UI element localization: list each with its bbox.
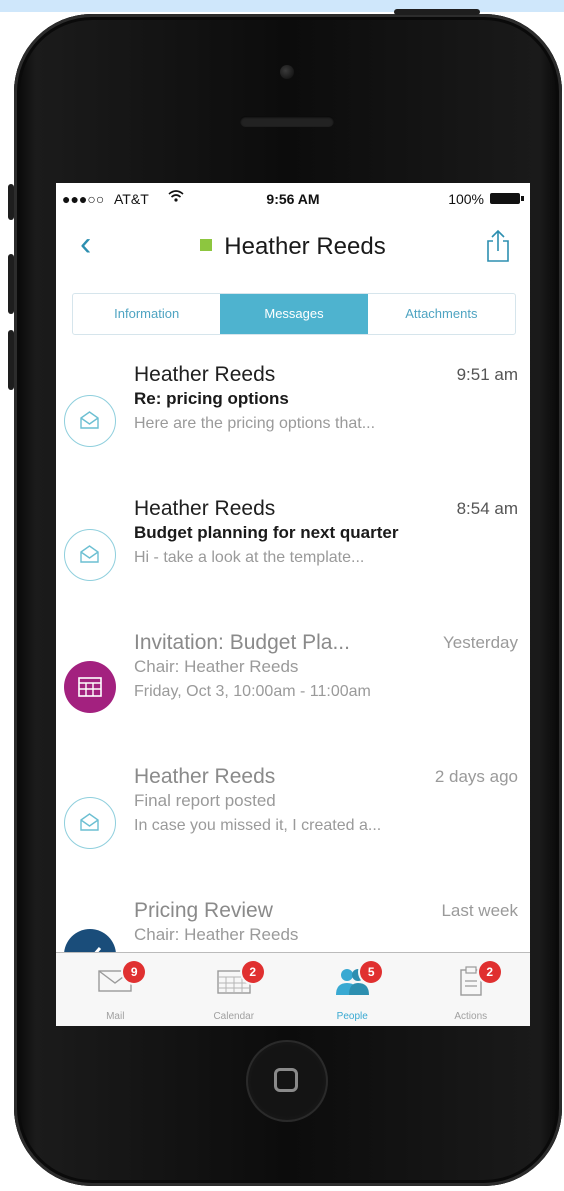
- mute-switch: [8, 184, 14, 220]
- tab-messages[interactable]: Messages: [220, 294, 368, 334]
- calendar-badge: 2: [241, 961, 264, 983]
- envelope-icon: [64, 797, 116, 849]
- page-title: Heather Reeds: [224, 233, 386, 260]
- tabbar-label: Mail: [106, 1011, 125, 1022]
- tab-attachments[interactable]: Attachments: [368, 294, 515, 334]
- tabbar-item-mail[interactable]: 9 Mail: [56, 953, 175, 1026]
- mail-badge: 9: [123, 961, 146, 983]
- volume-up-button: [8, 254, 14, 314]
- list-item[interactable]: Invitation: Budget Pla... Yesterday Chai…: [56, 631, 530, 765]
- volume-down-button: [8, 330, 14, 390]
- message-sender: Heather Reeds: [134, 363, 276, 386]
- actions-badge: 2: [478, 961, 501, 983]
- bottom-tab-bar: 9 Mail 2 Calendar 5 People 2 Actions: [56, 952, 530, 1026]
- navigation-bar: ‹ Heather Reeds: [56, 217, 530, 273]
- list-item[interactable]: Heather Reeds 9:51 am Re: pricing option…: [56, 363, 530, 497]
- message-time: Last week: [441, 901, 518, 920]
- message-preview: Friday, Oct 3, 10:00am - 11:00am: [134, 683, 371, 700]
- tabbar-item-calendar[interactable]: 2 Calendar: [175, 953, 294, 1026]
- earpiece-speaker: [240, 116, 334, 127]
- front-camera: [280, 65, 294, 79]
- home-button[interactable]: [246, 1040, 328, 1122]
- envelope-icon: [64, 395, 116, 447]
- message-time: 9:51 am: [456, 365, 518, 384]
- message-sender: Heather Reeds: [134, 497, 276, 520]
- segmented-control: Information Messages Attachments: [72, 293, 516, 335]
- message-sender: Pricing Review: [134, 899, 273, 922]
- tabbar-label: Calendar: [213, 1011, 255, 1022]
- message-sender: Heather Reeds: [134, 765, 276, 788]
- message-subject: Chair: Heather Reeds: [134, 657, 299, 676]
- people-badge: 5: [360, 961, 383, 983]
- message-subject: Budget planning for next quarter: [134, 523, 399, 542]
- message-subject: Chair: Heather Reeds: [134, 925, 299, 944]
- tabbar-item-actions[interactable]: 2 Actions: [412, 953, 531, 1026]
- message-time: 8:54 am: [456, 499, 518, 518]
- message-preview: In case you missed it, I created a...: [134, 817, 382, 834]
- contact-title: Heather Reeds: [56, 233, 530, 261]
- tabbar-label: People: [336, 1011, 368, 1022]
- battery-icon: [490, 193, 524, 204]
- power-button: [394, 9, 480, 15]
- message-sender: Invitation: Budget Pla...: [134, 631, 350, 654]
- message-subject: Final report posted: [134, 791, 276, 810]
- message-time: 2 days ago: [434, 767, 518, 786]
- list-item[interactable]: Heather Reeds 8:54 am Budget planning fo…: [56, 497, 530, 631]
- message-time: Yesterday: [443, 633, 518, 652]
- status-bar: ●●●○○ AT&T 9:56 AM 100%: [56, 183, 530, 213]
- tab-information[interactable]: Information: [73, 294, 220, 334]
- message-preview: Here are the pricing options that...: [134, 415, 376, 432]
- envelope-icon: [64, 529, 116, 581]
- message-subject: Re: pricing options: [134, 389, 289, 408]
- presence-status-icon: [200, 239, 213, 251]
- list-item[interactable]: Heather Reeds 2 days ago Final report po…: [56, 765, 530, 899]
- share-icon[interactable]: [484, 229, 512, 263]
- tabbar-item-people[interactable]: 5 People: [293, 953, 412, 1026]
- phone-screen: ●●●○○ AT&T 9:56 AM 100% ‹ Heather Reeds …: [56, 183, 530, 1026]
- tabbar-label: Actions: [454, 1011, 488, 1022]
- calendar-icon: [64, 661, 116, 713]
- message-preview: Hi - take a look at the template...: [134, 549, 365, 566]
- home-button-square: [274, 1068, 298, 1092]
- battery-percentage: 100%: [448, 191, 484, 207]
